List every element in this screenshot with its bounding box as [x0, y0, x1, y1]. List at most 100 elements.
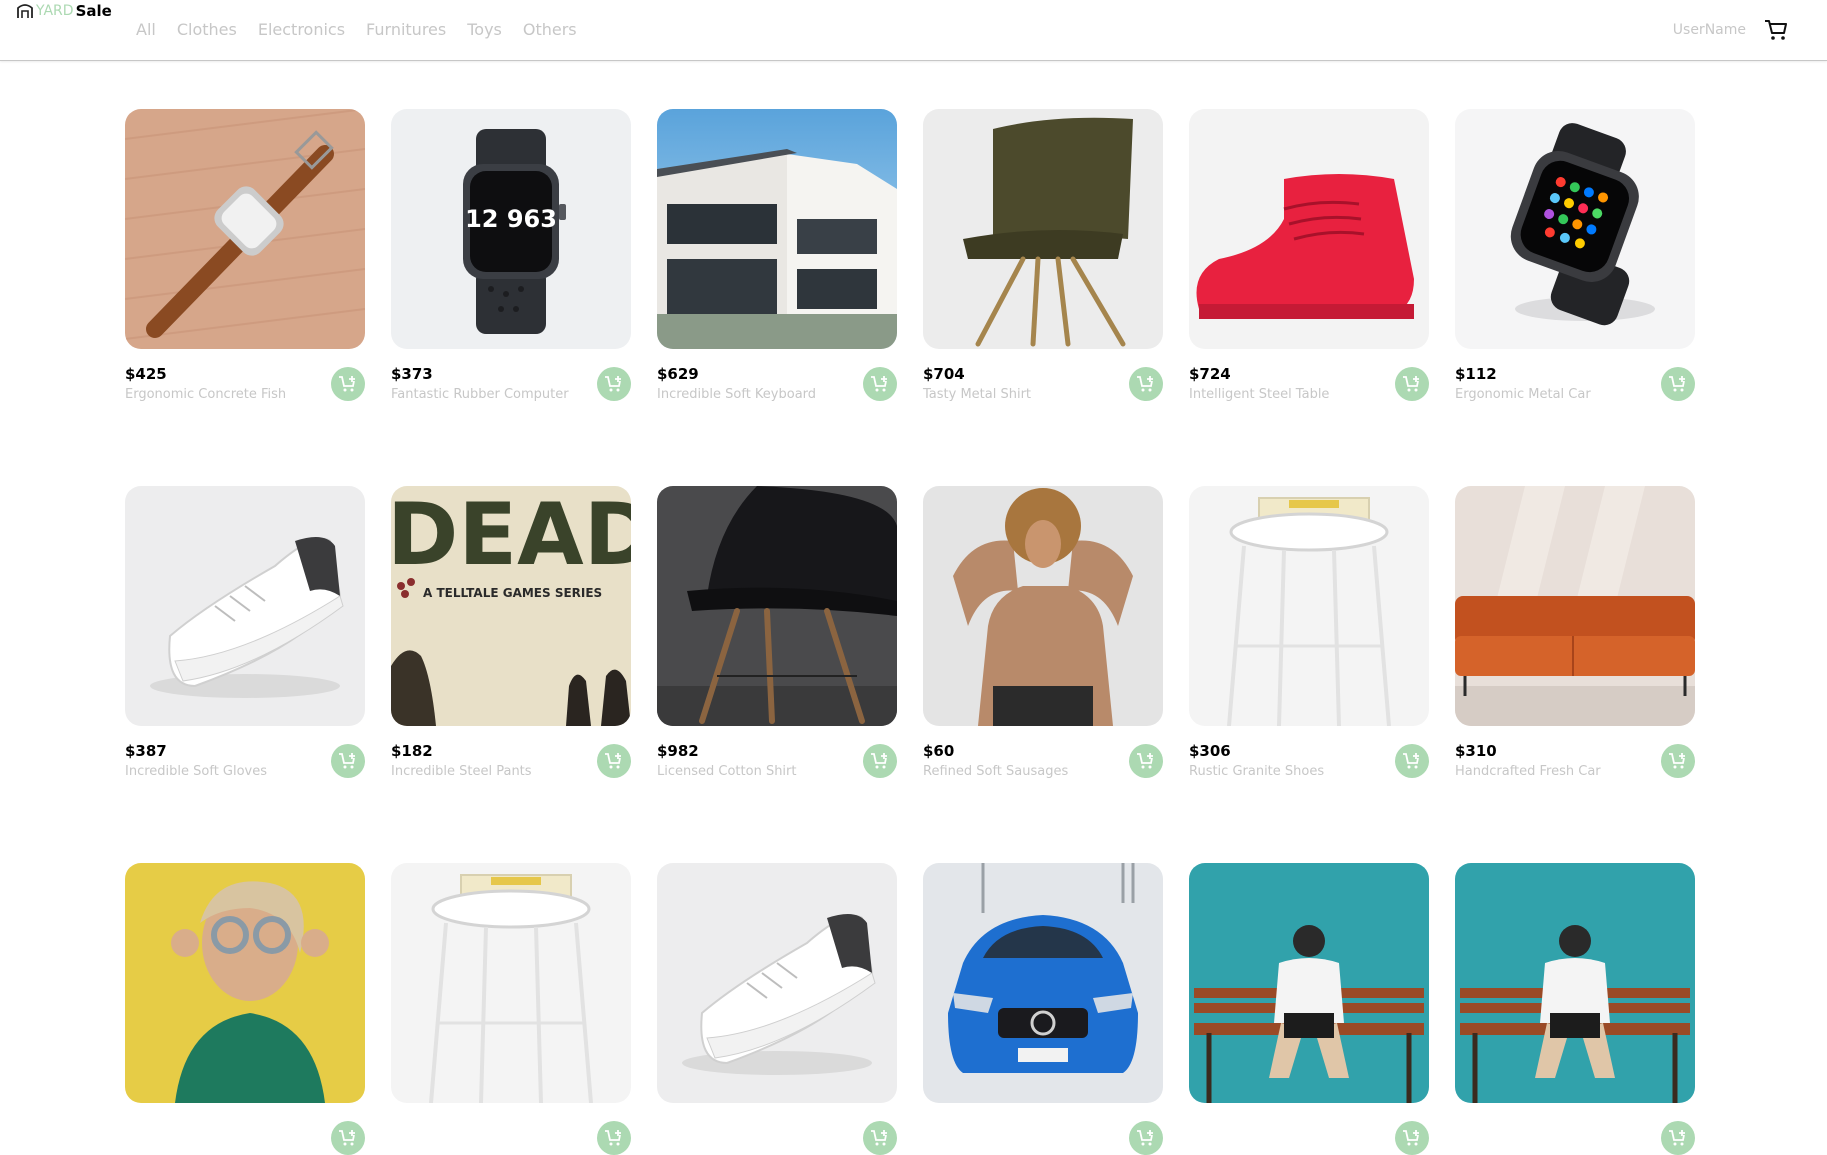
add-to-cart-button[interactable] — [597, 744, 631, 778]
product-name: Incredible Steel Pants — [391, 764, 532, 779]
add-to-cart-icon — [1403, 1130, 1419, 1146]
category-toys[interactable]: Toys — [467, 20, 502, 39]
product-card[interactable] — [923, 863, 1163, 1155]
category-clothes[interactable]: Clothes — [177, 20, 237, 39]
product-image[interactable] — [1189, 863, 1429, 1103]
product-image[interactable] — [125, 863, 365, 1103]
username-link[interactable]: UserName — [1673, 22, 1746, 38]
category-others[interactable]: Others — [523, 20, 577, 39]
product-card[interactable]: $982 Licensed Cotton Shirt — [657, 486, 897, 779]
add-to-cart-button[interactable] — [863, 1121, 897, 1155]
add-to-cart-button[interactable] — [331, 367, 365, 401]
add-to-cart-button[interactable] — [1395, 1121, 1429, 1155]
product-card[interactable]: $425 Ergonomic Concrete Fish — [125, 109, 365, 402]
add-to-cart-button[interactable] — [1129, 367, 1163, 401]
product-name: Intelligent Steel Table — [1189, 387, 1330, 402]
product-card[interactable]: $112 Ergonomic Metal Car — [1455, 109, 1695, 402]
add-to-cart-icon — [339, 753, 355, 769]
product-name: Licensed Cotton Shirt — [657, 764, 797, 779]
product-image[interactable] — [657, 863, 897, 1103]
product-card[interactable]: $724 Intelligent Steel Table — [1189, 109, 1429, 402]
add-to-cart-button[interactable] — [1129, 1121, 1163, 1155]
add-to-cart-button[interactable] — [331, 744, 365, 778]
add-to-cart-button[interactable] — [1661, 367, 1695, 401]
product-image[interactable] — [923, 109, 1163, 349]
add-to-cart-icon — [1137, 376, 1153, 392]
add-to-cart-button[interactable] — [331, 1121, 365, 1155]
product-card[interactable]: $704 Tasty Metal Shirt — [923, 109, 1163, 402]
add-to-cart-icon — [1137, 753, 1153, 769]
add-to-cart-button[interactable] — [1661, 744, 1695, 778]
product-image[interactable]: DEAD A TELLTALE GAMES SERIES — [391, 486, 631, 726]
brand-prefix: YARD — [36, 3, 74, 19]
product-card[interactable] — [125, 863, 365, 1155]
brand-logo[interactable]: YARD Sale — [16, 2, 112, 20]
product-image[interactable] — [1455, 486, 1695, 726]
add-to-cart-icon — [1669, 1130, 1685, 1146]
product-name: Rustic Granite Shoes — [1189, 764, 1325, 779]
add-to-cart-button[interactable] — [863, 367, 897, 401]
watch-face-digits: 12 963 — [465, 205, 557, 233]
add-to-cart-icon — [871, 753, 887, 769]
product-card[interactable]: DEAD A TELLTALE GAMES SERIES $182 Incred… — [391, 486, 631, 779]
product-image[interactable]: 12 963 — [391, 109, 631, 349]
category-nav: All Clothes Electronics Furnitures Toys … — [136, 20, 577, 39]
product-image[interactable] — [1455, 863, 1695, 1103]
brand-name: Sale — [75, 2, 112, 20]
product-price: $60 — [923, 742, 955, 760]
product-card[interactable]: 12 963 $373 Fantastic Rubber Computer — [391, 109, 631, 402]
storefront-icon — [17, 4, 33, 18]
add-to-cart-button[interactable] — [1129, 744, 1163, 778]
product-card[interactable]: $306 Rustic Granite Shoes — [1189, 486, 1429, 779]
product-card[interactable] — [657, 863, 897, 1155]
product-card[interactable] — [1455, 863, 1695, 1155]
product-price: $724 — [1189, 365, 1231, 383]
product-image[interactable] — [1455, 109, 1695, 349]
product-name: Ergonomic Metal Car — [1455, 387, 1591, 402]
product-name: Handcrafted Fresh Car — [1455, 764, 1601, 779]
product-card[interactable] — [1189, 863, 1429, 1155]
add-to-cart-button[interactable] — [597, 367, 631, 401]
add-to-cart-icon — [1137, 1130, 1153, 1146]
add-to-cart-button[interactable] — [863, 744, 897, 778]
category-electronics[interactable]: Electronics — [258, 20, 345, 39]
game-cover-headline: DEAD — [391, 486, 631, 585]
product-card[interactable]: $310 Handcrafted Fresh Car — [1455, 486, 1695, 779]
add-to-cart-button[interactable] — [1395, 367, 1429, 401]
product-image[interactable] — [125, 486, 365, 726]
shopping-cart-icon — [1765, 20, 1787, 40]
product-price: $182 — [391, 742, 433, 760]
add-to-cart-icon — [1403, 376, 1419, 392]
product-card[interactable]: $60 Refined Soft Sausages — [923, 486, 1163, 779]
product-image[interactable] — [1189, 109, 1429, 349]
add-to-cart-icon — [605, 1130, 621, 1146]
product-name: Incredible Soft Keyboard — [657, 387, 817, 402]
user-area: UserName — [1673, 16, 1790, 44]
category-furnitures[interactable]: Furnitures — [366, 20, 446, 39]
product-image[interactable] — [923, 863, 1163, 1103]
category-all[interactable]: All — [136, 20, 156, 39]
add-to-cart-button[interactable] — [1661, 1121, 1695, 1155]
product-name: Fantastic Rubber Computer — [391, 387, 569, 402]
product-price: $629 — [657, 365, 699, 383]
product-price: $982 — [657, 742, 699, 760]
shopping-cart-button[interactable] — [1762, 16, 1790, 44]
add-to-cart-icon — [871, 1130, 887, 1146]
product-name: Refined Soft Sausages — [923, 764, 1069, 779]
product-card[interactable]: $629 Incredible Soft Keyboard — [657, 109, 897, 402]
product-price: $310 — [1455, 742, 1497, 760]
product-image[interactable] — [125, 109, 365, 349]
product-card[interactable] — [391, 863, 631, 1155]
add-to-cart-button[interactable] — [597, 1121, 631, 1155]
add-to-cart-icon — [339, 1130, 355, 1146]
product-image[interactable] — [657, 109, 897, 349]
product-grid: $425 Ergonomic Concrete Fish 12 963 $373… — [125, 109, 1695, 1155]
product-price: $112 — [1455, 365, 1497, 383]
product-image[interactable] — [1189, 486, 1429, 726]
add-to-cart-button[interactable] — [1395, 744, 1429, 778]
product-image[interactable] — [391, 863, 631, 1103]
product-card[interactable]: $387 Incredible Soft Gloves — [125, 486, 365, 779]
product-image[interactable] — [657, 486, 897, 726]
product-image[interactable] — [923, 486, 1163, 726]
add-to-cart-icon — [1669, 376, 1685, 392]
